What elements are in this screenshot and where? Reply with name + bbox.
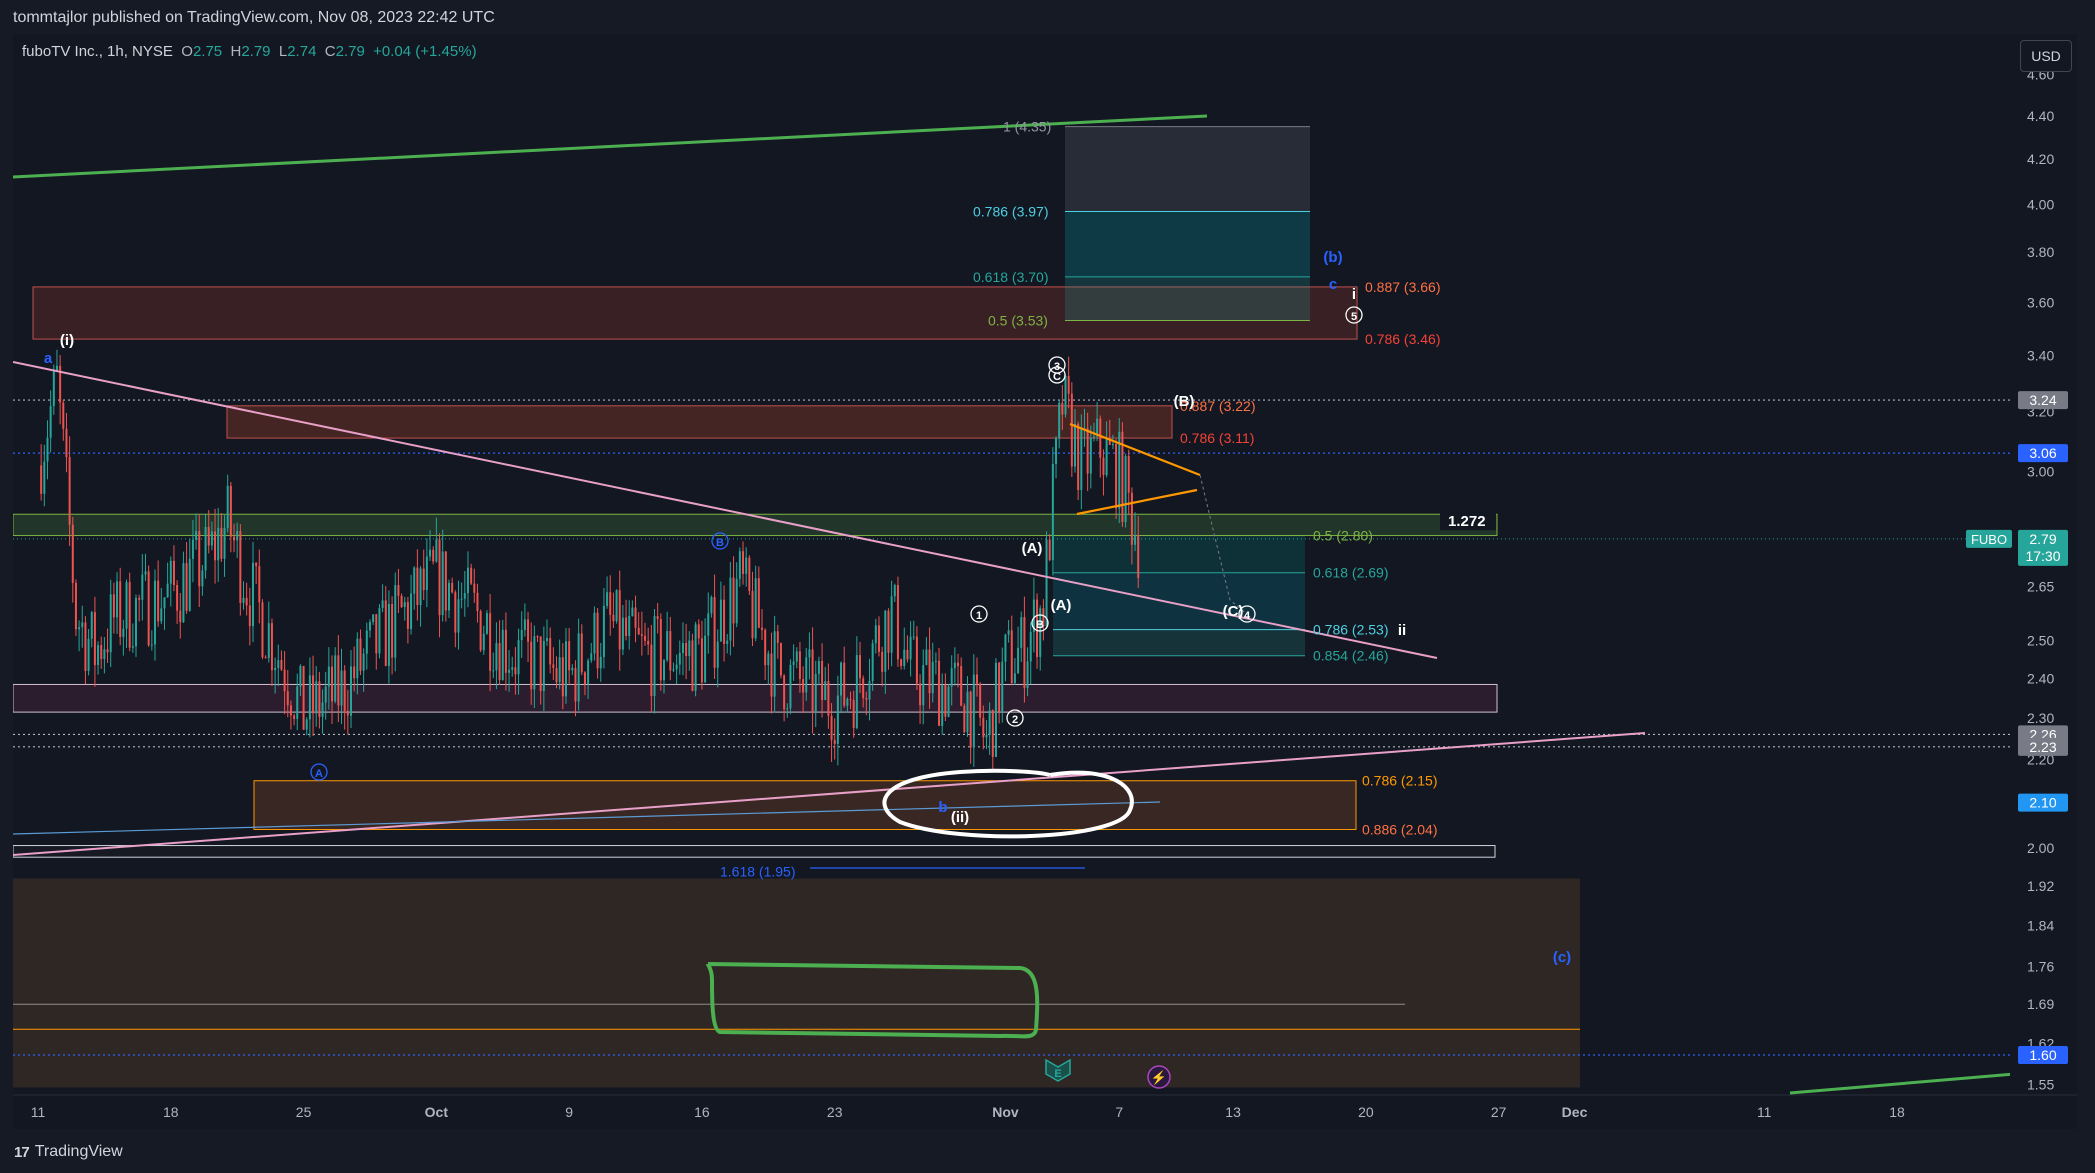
legend-open-label: O xyxy=(181,43,193,60)
symbol-legend: fuboTV Inc., 1h, NYSE O2.75 H2.79 L2.74 … xyxy=(22,43,477,60)
brand-name: TradingView xyxy=(34,1143,123,1160)
legend-symbol: fuboTV Inc., 1h, NYSE xyxy=(22,43,173,60)
legend-high-label: H xyxy=(230,43,242,60)
currency-button[interactable]: USD xyxy=(2020,40,2072,72)
legend-low-label: L xyxy=(278,43,288,60)
publisher-text: tommtajlor published on TradingView.com,… xyxy=(13,9,495,26)
tradingview-logo-icon: 17 xyxy=(14,1143,30,1161)
tradingview-brand[interactable]: 17 TradingView xyxy=(14,1143,123,1161)
legend-low: 2.74 xyxy=(287,43,317,60)
legend-close: 2.79 xyxy=(335,43,365,60)
footer-bar: 17 TradingView xyxy=(0,1129,2095,1173)
legend-high: 2.79 xyxy=(241,43,271,60)
legend-open: 2.75 xyxy=(192,43,223,60)
publisher-bar: tommtajlor published on TradingView.com,… xyxy=(0,0,2095,34)
chart-area[interactable] xyxy=(13,34,2077,1129)
legend-change: +0.04 (+1.45%) xyxy=(373,43,477,60)
legend-close-label: C xyxy=(324,43,336,60)
